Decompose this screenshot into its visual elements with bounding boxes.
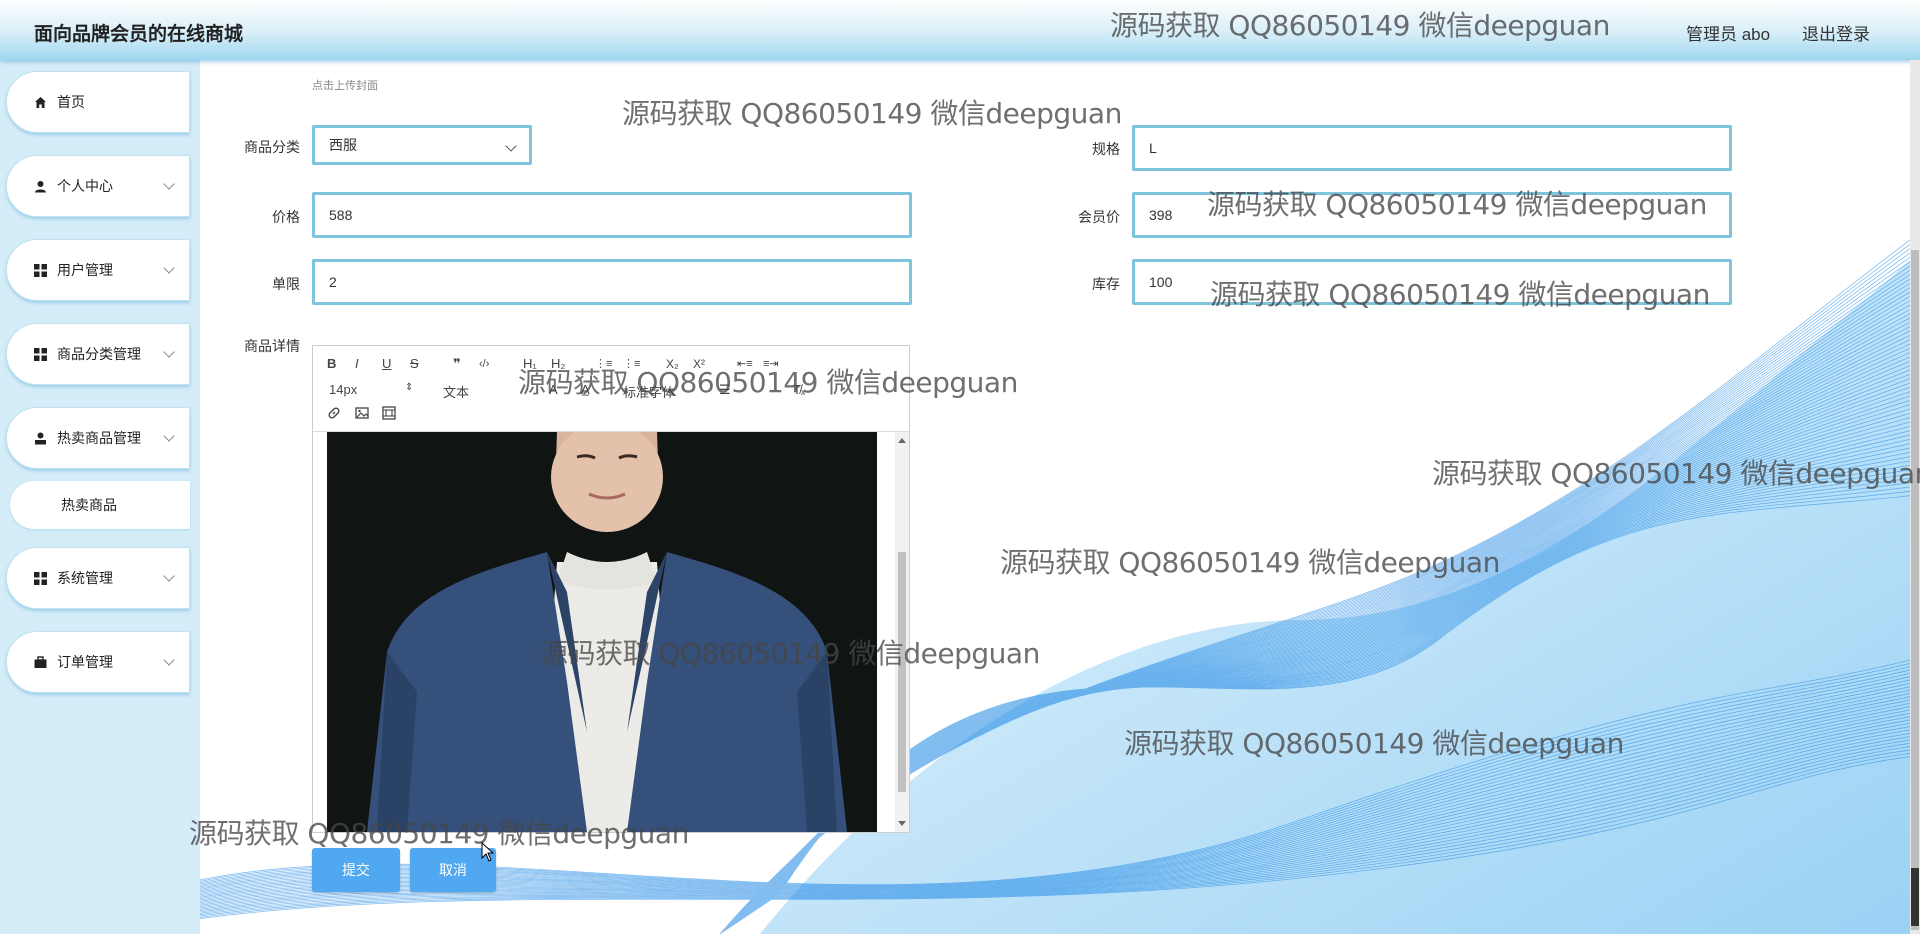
mouse-cursor-icon: [481, 842, 495, 862]
align-icon[interactable]: ☰: [719, 382, 731, 398]
sidebar-item-system-management[interactable]: 系统管理: [6, 547, 190, 609]
bold-button[interactable]: B: [327, 356, 336, 372]
sidebar-subitem-label: 热卖商品: [61, 497, 117, 513]
sidebar-item-category-management[interactable]: 商品分类管理: [6, 323, 190, 385]
member-price-label: 会员价: [1078, 209, 1120, 225]
home-icon: [33, 95, 47, 109]
clear-format-button[interactable]: T̸ₓ: [793, 382, 805, 398]
sidebar-item-label: 商品分类管理: [57, 346, 141, 362]
chevron-down-icon: [505, 140, 517, 152]
editor-content[interactable]: [313, 432, 909, 832]
chevron-updown-icon: ⇕: [405, 382, 414, 393]
upload-cover-hint[interactable]: 点击上传封面: [312, 77, 378, 93]
sidebar-item-personal-center[interactable]: 个人中心: [6, 155, 190, 217]
ordered-list-button[interactable]: ⋮≡: [595, 356, 612, 372]
chevron-down-icon: [163, 430, 175, 442]
sidebar-item-label: 订单管理: [57, 654, 113, 670]
category-select-value: 西服: [329, 137, 357, 153]
font-family-select[interactable]: 标准字体: [623, 382, 675, 401]
product-photo: [327, 432, 877, 832]
header-select-value: 文本: [443, 385, 470, 400]
header-select[interactable]: 文本: [443, 382, 469, 401]
italic-button[interactable]: I: [355, 356, 359, 372]
spec-label: 规格: [1092, 141, 1120, 157]
indent-decrease-button[interactable]: ⇤≡: [737, 356, 753, 372]
stock-input-value: 100: [1149, 274, 1173, 290]
detail-label: 商品详情: [244, 338, 300, 354]
stock-label: 库存: [1092, 276, 1120, 292]
chevron-down-icon: [163, 262, 175, 274]
briefcase-icon: [33, 655, 47, 669]
sidebar-item-label: 用户管理: [57, 262, 113, 278]
editor-scrollbar[interactable]: [895, 432, 909, 832]
scroll-up-icon[interactable]: [898, 438, 906, 443]
sidebar-item-home[interactable]: 首页: [6, 71, 190, 133]
page-scrollbar-thumb[interactable]: [1911, 250, 1919, 930]
chevron-down-icon: [163, 570, 175, 582]
background-icon[interactable]: A̲: [581, 382, 590, 398]
admin-user-label: 管理员 abo: [1686, 25, 1771, 44]
bullet-list-button[interactable]: ⋮≡: [623, 356, 640, 372]
sidebar-item-label: 首页: [57, 94, 85, 110]
app-title: 面向品牌会员的在线商城: [34, 24, 244, 45]
link-icon[interactable]: [327, 406, 341, 424]
indent-increase-button[interactable]: ≡⇥: [763, 356, 779, 372]
person-icon: [33, 431, 47, 445]
superscript-button[interactable]: X²: [693, 356, 705, 372]
price-label: 价格: [272, 209, 300, 225]
chevron-down-icon: [163, 346, 175, 358]
sidebar-item-label: 个人中心: [57, 178, 113, 194]
grid-icon: [33, 347, 47, 361]
grid-icon: [33, 263, 47, 277]
chevron-down-icon: [163, 654, 175, 666]
header2-button[interactable]: H₂: [551, 356, 565, 372]
category-select[interactable]: 西服: [312, 125, 532, 165]
video-icon[interactable]: [382, 406, 396, 424]
underline-button[interactable]: U: [382, 356, 391, 372]
price-input-value: 588: [329, 207, 353, 223]
sidebar-item-hot-product-management[interactable]: 热卖商品管理: [6, 407, 190, 469]
page-scrollbar-marker: [1911, 868, 1919, 926]
image-icon[interactable]: [355, 406, 369, 424]
grid-icon: [33, 571, 47, 585]
editor-scrollbar-thumb[interactable]: [898, 552, 906, 792]
color-icon[interactable]: A: [549, 382, 558, 398]
sidebar-item-label: 热卖商品管理: [57, 430, 141, 446]
font-size-select[interactable]: 14px ⇕: [329, 382, 413, 397]
header1-button[interactable]: H₁: [523, 356, 537, 372]
limit-input-value: 2: [329, 274, 337, 290]
code-block-button[interactable]: ‹/›: [479, 356, 489, 372]
sidebar-item-label: 系统管理: [57, 570, 113, 586]
submit-button[interactable]: 提交: [312, 848, 400, 892]
limit-input[interactable]: 2: [312, 259, 912, 305]
spec-input-value: L: [1149, 140, 1157, 156]
rich-text-editor: B I U S ❞ ‹/› H₁ H₂ ⋮≡ ⋮≡ X₂ X² ⇤≡ ≡⇥ 14…: [312, 345, 910, 833]
subscript-button[interactable]: X₂: [666, 356, 679, 372]
main-content: 点击上传封面 商品分类 西服 规格 L 价格 588 会员价 398 单限 2 …: [200, 60, 1910, 934]
page-scrollbar[interactable]: [1910, 60, 1920, 934]
sidebar-item-user-management[interactable]: 用户管理: [6, 239, 190, 301]
sidebar-subitem-hot-products[interactable]: 热卖商品: [10, 481, 190, 529]
strike-button[interactable]: S: [410, 356, 419, 372]
editor-toolbar: B I U S ❞ ‹/› H₁ H₂ ⋮≡ ⋮≡ X₂ X² ⇤≡ ≡⇥ 14…: [313, 346, 909, 432]
spec-input[interactable]: L: [1132, 125, 1732, 171]
font-family-value: 标准字体: [623, 385, 676, 400]
top-header: 面向品牌会员的在线商城 管理员 abo 退出登录: [0, 0, 1920, 60]
sidebar: 首页 个人中心 用户管理 商品分类管理 热卖商品管理 热卖商品 系统管理 订单管…: [0, 60, 200, 934]
category-label: 商品分类: [244, 139, 300, 155]
stock-input[interactable]: 100: [1132, 259, 1732, 305]
member-price-input[interactable]: 398: [1132, 192, 1732, 238]
scroll-down-icon[interactable]: [898, 821, 906, 826]
blockquote-button[interactable]: ❞: [453, 356, 461, 372]
chevron-down-icon: [163, 178, 175, 190]
logout-link[interactable]: 退出登录: [1802, 20, 1870, 45]
price-input[interactable]: 588: [312, 192, 912, 238]
font-size-value: 14px: [329, 382, 358, 397]
user-icon: [33, 179, 47, 193]
limit-label: 单限: [272, 276, 300, 292]
member-price-input-value: 398: [1149, 207, 1173, 223]
sidebar-item-order-management[interactable]: 订单管理: [6, 631, 190, 693]
